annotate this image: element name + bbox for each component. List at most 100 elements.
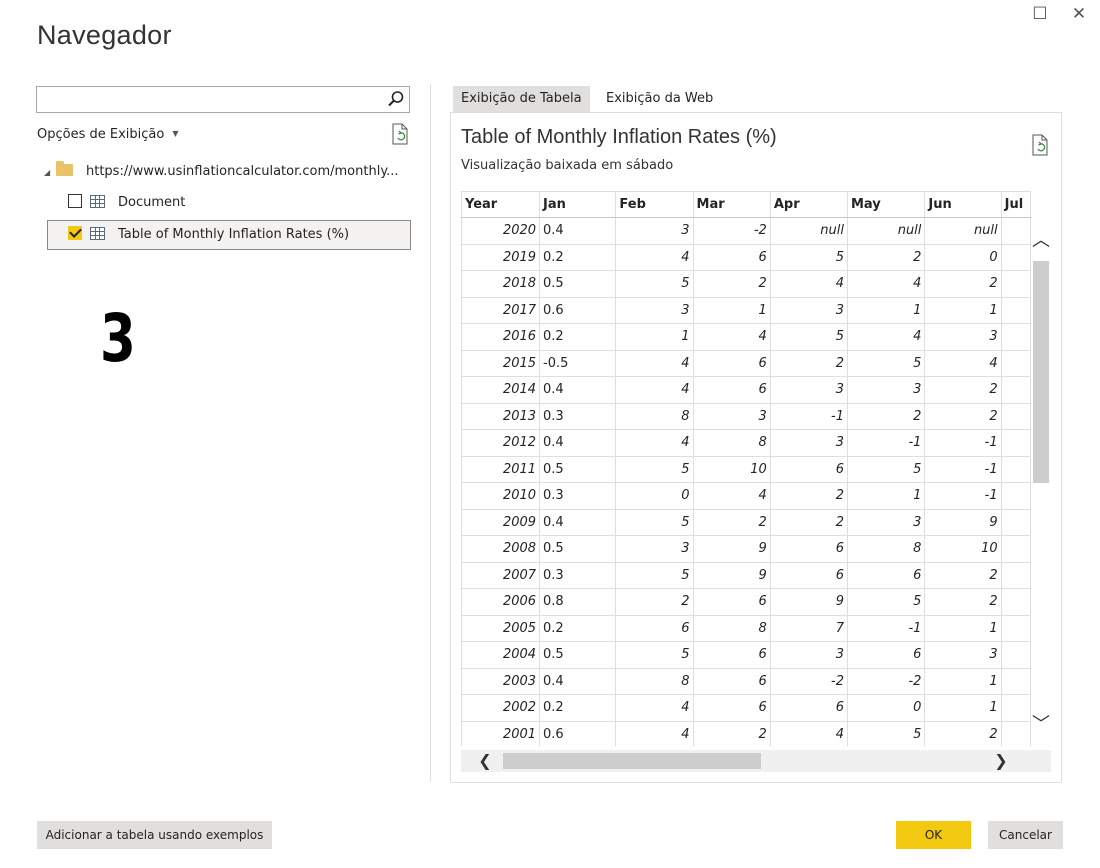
table-cell (1000, 720, 1031, 746)
table-cell: 3 (769, 429, 848, 457)
horizontal-scrollbar[interactable]: ❮ ❯ (461, 750, 1051, 772)
table-cell: 6 (615, 614, 694, 642)
ok-button[interactable]: OK (896, 821, 971, 849)
table-cell: 1 (692, 296, 771, 324)
refresh-icon[interactable] (390, 123, 410, 145)
table-row: 2015 -0.5 4 6 2 5 4 (461, 349, 1031, 377)
table-cell: 2 (924, 376, 1002, 404)
table-cell: 0.5 (539, 641, 617, 669)
table-cell: 6 (769, 455, 848, 483)
vertical-scrollbar[interactable]: ︿ ﹀ (1031, 231, 1051, 746)
table-row: 2005 0.2 6 8 7 -1 1 (461, 614, 1031, 642)
table-cell: 0.5 (539, 455, 617, 483)
table-cell: 2 (924, 402, 1002, 430)
table-cell: 10 (692, 455, 771, 483)
table-cell: 3 (615, 296, 694, 324)
table-cell: 2005 (461, 614, 541, 642)
table-cell: 8 (615, 667, 694, 695)
vertical-scroll-thumb[interactable] (1033, 261, 1049, 483)
table-cell: 7 (769, 614, 848, 642)
column-header[interactable]: Apr (770, 191, 848, 218)
table-row: 2018 0.5 5 2 4 4 2 (461, 270, 1031, 298)
table-cell: 2004 (461, 641, 541, 669)
scroll-down-icon[interactable]: ﹀ (1031, 715, 1051, 735)
column-header[interactable]: May (847, 191, 926, 218)
table-row: 2013 0.3 8 3 -1 2 2 (461, 402, 1031, 430)
tab-table-view[interactable]: Exibição de Tabela (453, 86, 590, 112)
column-header[interactable]: Jun (924, 191, 1002, 218)
checkbox[interactable] (68, 194, 82, 208)
table-cell: 2 (846, 402, 926, 430)
table-cell: 0.3 (539, 402, 617, 430)
checkbox-checked[interactable] (68, 226, 82, 240)
tree-item-document[interactable]: Document (68, 190, 185, 216)
table-cell: 2 (846, 243, 926, 271)
display-options-label: Opções de Exibição (37, 127, 165, 142)
table-cell (1000, 270, 1031, 298)
tree-root[interactable]: ◢ https://www.usinflationcalculator.com/m… (44, 159, 399, 185)
tree-item-inflation-table[interactable]: Table of Monthly Inflation Rates (%) (68, 222, 349, 248)
table-cell: 2016 (461, 323, 541, 351)
horizontal-scroll-thumb[interactable] (503, 753, 761, 769)
table-row: 2001 0.6 4 2 4 5 2 (461, 720, 1031, 746)
table-cell: 4 (846, 270, 926, 298)
preview-table-viewport: Year Jan Feb Mar Apr May Jun Jul 2020 0.4 3 -2 null… (461, 191, 1031, 746)
table-cell: -1 (846, 614, 926, 642)
table-cell: 3 (769, 296, 848, 324)
table-cell: 2010 (461, 482, 541, 510)
table-cell: 0.2 (539, 323, 617, 351)
table-cell (1000, 641, 1031, 669)
table-cell: 2011 (461, 455, 541, 483)
table-cell: 2 (615, 588, 694, 616)
display-options-dropdown[interactable]: Opções de Exibição ▼ (37, 127, 178, 142)
table-cell: 5 (846, 588, 926, 616)
column-header[interactable]: Mar (693, 191, 771, 218)
table-cell: 3 (924, 323, 1002, 351)
table-cell: 6 (846, 561, 926, 589)
collapse-arrow-icon[interactable]: ◢ (44, 160, 56, 186)
table-cell (1000, 588, 1031, 616)
table-cell: 2008 (461, 535, 541, 563)
table-cell: 4 (615, 349, 694, 377)
search-icon[interactable] (387, 90, 405, 108)
table-cell: 0.4 (539, 429, 617, 457)
table-cell: 6 (769, 535, 848, 563)
table-cell: 1 (924, 614, 1002, 642)
table-cell: 10 (924, 535, 1002, 563)
table-cell: 6 (769, 694, 848, 722)
scroll-up-icon[interactable]: ︿ (1031, 231, 1051, 251)
add-table-using-examples-button[interactable]: Adicionar a tabela usando exemplos (37, 821, 272, 849)
column-header[interactable]: Year (461, 191, 541, 218)
table-cell (1000, 455, 1031, 483)
search-input[interactable] (37, 87, 377, 112)
table-cell: 5 (615, 508, 694, 536)
refresh-preview-icon[interactable] (1030, 134, 1050, 156)
table-cell: 2012 (461, 429, 541, 457)
table-cell: 2 (924, 720, 1002, 746)
table-cell: 0.4 (539, 667, 617, 695)
column-header[interactable]: Jul (1001, 191, 1031, 218)
maximize-icon[interactable]: ☐ (1029, 4, 1051, 24)
close-icon[interactable]: ✕ (1068, 4, 1090, 24)
scroll-left-icon[interactable]: ❮ (475, 751, 495, 771)
table-cell: 9 (692, 535, 771, 563)
table-row: 2019 0.2 4 6 5 2 0 (461, 243, 1031, 271)
table-cell: 5 (615, 270, 694, 298)
table-cell: 2003 (461, 667, 541, 695)
table-cell: 6 (692, 694, 771, 722)
tab-web-view[interactable]: Exibição da Web (598, 86, 721, 112)
table-cell: 2019 (461, 243, 541, 271)
table-cell: 2017 (461, 296, 541, 324)
table-cell: 2 (924, 270, 1002, 298)
table-cell: 2015 (461, 349, 541, 377)
table-cell: 6 (692, 588, 771, 616)
column-header[interactable]: Feb (615, 191, 694, 218)
cancel-button[interactable]: Cancelar (988, 821, 1063, 849)
table-cell: 8 (692, 429, 771, 457)
table-cell: 2002 (461, 694, 541, 722)
column-header[interactable]: Jan (539, 191, 617, 218)
scroll-right-icon[interactable]: ❯ (991, 751, 1011, 771)
table-row: 2008 0.5 3 9 6 8 10 (461, 535, 1031, 563)
table-cell: -0.5 (539, 349, 617, 377)
table-body: 2020 0.4 3 -2 null null null 2019 0.2 4 6 5 2 0 2018 0.… (461, 217, 1031, 746)
